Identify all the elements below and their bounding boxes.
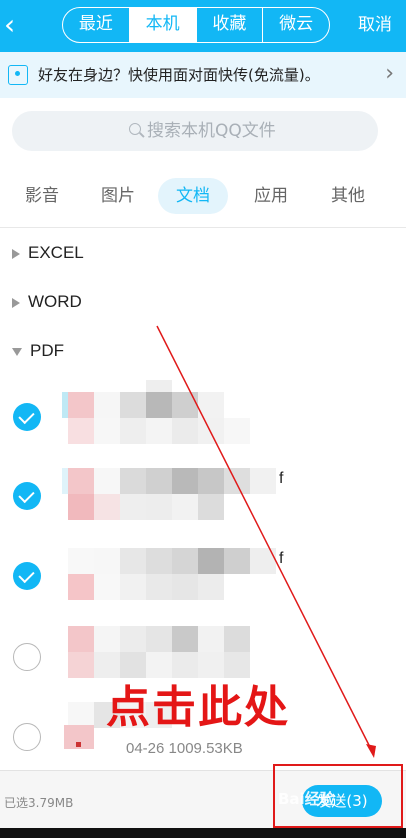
annotation-box [273, 764, 403, 828]
annotation-arrow [156, 325, 376, 758]
